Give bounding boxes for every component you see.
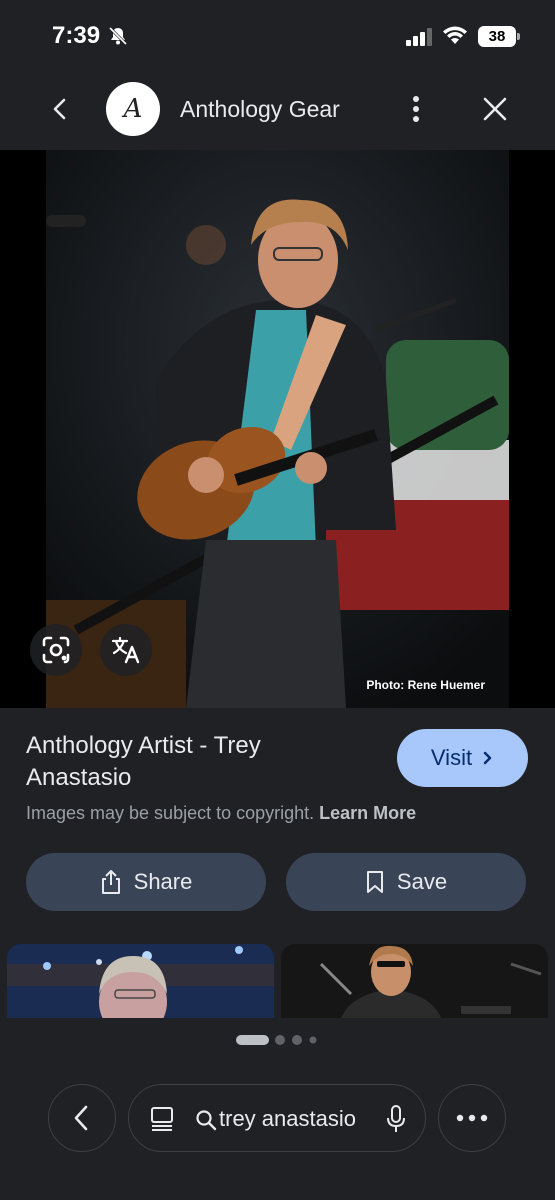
main-photo[interactable]: Photo: Rene Huemer <box>46 150 509 708</box>
site-logo[interactable]: A <box>106 82 160 136</box>
search-icon <box>196 1110 217 1131</box>
result-title[interactable]: Anthology Artist - Trey Anastasio <box>26 730 366 794</box>
search-bar[interactable]: trey anastasio <box>128 1084 426 1152</box>
related-image-graphic <box>281 944 548 1018</box>
battery-icon: 38 <box>478 26 520 47</box>
carousel-dot <box>292 1035 302 1045</box>
related-image[interactable] <box>281 944 548 1018</box>
related-images <box>0 944 555 1018</box>
carousel-dot <box>309 1036 317 1044</box>
lens-button[interactable] <box>30 624 82 676</box>
wifi-icon <box>443 26 467 44</box>
image-viewer[interactable]: Photo: Rene Huemer <box>0 150 555 708</box>
site-header: A Anthology Gear <box>0 70 555 150</box>
save-label: Save <box>396 869 448 894</box>
visit-label: Visit <box>430 745 473 770</box>
carousel-dots <box>236 1035 317 1045</box>
chevron-right-icon <box>483 751 492 765</box>
back-arrow-icon[interactable] <box>44 92 78 126</box>
more-horiz-icon <box>456 1114 488 1122</box>
related-image[interactable] <box>7 944 274 1018</box>
share-button[interactable]: Share <box>26 853 266 911</box>
carousel-dot-active <box>236 1035 269 1045</box>
translate-button[interactable] <box>100 624 152 676</box>
translate-icon <box>111 636 140 664</box>
carousel-dot <box>275 1035 285 1045</box>
status-bar: 7:39 38 <box>0 0 555 70</box>
more-menu-button[interactable] <box>438 1084 506 1152</box>
visit-button[interactable]: Visit <box>397 729 528 787</box>
copyright-notice: Images may be subject to copyright. Lear… <box>26 803 416 824</box>
logo-letter: A <box>123 94 143 124</box>
related-image-graphic <box>7 944 274 1018</box>
share-label: Share <box>133 869 193 894</box>
cellular-signal-icon <box>406 28 432 46</box>
share-icon <box>101 870 120 894</box>
status-time: 7:39 <box>52 22 101 49</box>
photo-credit: Photo: Rene Huemer <box>366 678 485 692</box>
bookmark-icon <box>366 871 383 893</box>
tabs-icon[interactable] <box>149 1105 175 1133</box>
close-icon[interactable] <box>478 92 512 126</box>
mic-icon[interactable] <box>385 1104 407 1134</box>
copyright-text: Images may be subject to copyright. <box>26 803 315 823</box>
search-query[interactable]: trey anastasio <box>219 1106 356 1132</box>
lens-icon <box>42 636 70 664</box>
save-button[interactable]: Save <box>286 853 526 911</box>
learn-more-link[interactable]: Learn More <box>319 803 416 823</box>
more-vert-icon[interactable] <box>404 92 428 126</box>
bottom-back-button[interactable] <box>48 1084 116 1152</box>
site-title: Anthology Gear <box>180 96 340 122</box>
guitarist-illustration <box>46 150 509 708</box>
bell-off-icon <box>108 26 128 46</box>
back-chevron-icon <box>74 1105 88 1131</box>
